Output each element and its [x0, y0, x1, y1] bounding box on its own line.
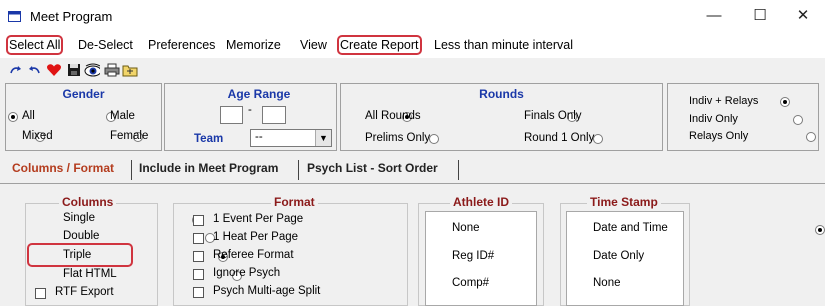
- ignore-psych-label: Ignore Psych: [213, 267, 281, 279]
- heart-icon[interactable]: [46, 62, 62, 78]
- team-label: Team: [194, 133, 224, 145]
- athlete-id-title: Athlete ID: [450, 195, 513, 209]
- gender-all-label: All: [22, 110, 35, 122]
- rounds-finals-label: Finals Only: [524, 110, 582, 122]
- one-heat-per-page-checkbox[interactable]: [193, 233, 204, 244]
- menu-view[interactable]: View: [300, 38, 327, 52]
- age-to-input[interactable]: [262, 106, 286, 124]
- save-icon[interactable]: [66, 62, 82, 78]
- gender-all-radio[interactable]: [8, 112, 18, 122]
- rounds-round1-label: Round 1 Only: [524, 132, 595, 144]
- gender-female-label: Female: [110, 130, 149, 142]
- menu-deselect[interactable]: De-Select: [78, 38, 133, 52]
- rounds-prelims-label: Prelims Only: [365, 132, 431, 144]
- open-folder-icon[interactable]: [122, 62, 138, 78]
- team-select[interactable]: -- ▼: [250, 129, 332, 147]
- psych-multi-age-split-checkbox[interactable]: [193, 287, 204, 298]
- one-event-per-page-checkbox[interactable]: [193, 215, 204, 226]
- time-stamp-date-time-radio[interactable]: [815, 225, 825, 235]
- indiv-only-label: Indiv Only: [689, 113, 738, 125]
- menu-select-all[interactable]: Select All: [5, 35, 64, 55]
- relays-only-label: Relays Only: [689, 130, 749, 142]
- ignore-psych-checkbox[interactable]: [193, 269, 204, 280]
- gender-title: Gender: [62, 87, 105, 101]
- chevron-down-icon[interactable]: ▼: [315, 130, 331, 146]
- window-title: Meet Program: [30, 9, 113, 24]
- rtf-export-label: RTF Export: [55, 286, 114, 298]
- rounds-all-label: All Rounds: [365, 110, 421, 122]
- rounds-prelims-radio[interactable]: [429, 134, 440, 144]
- redo-icon[interactable]: [8, 62, 24, 78]
- gender-mixed-label: Mixed: [22, 130, 53, 142]
- columns-double-label: Double: [63, 230, 100, 242]
- time-stamp-date-only-label: Date Only: [593, 250, 645, 262]
- one-event-per-page-label: 1 Event Per Page: [213, 213, 304, 225]
- team-select-value: --: [255, 131, 263, 143]
- close-button[interactable]: ✕: [783, 4, 823, 28]
- athlete-id-regid-label: Reg ID#: [452, 250, 495, 262]
- print-icon[interactable]: [104, 62, 120, 78]
- columns-title: Columns: [59, 195, 117, 209]
- minimize-button[interactable]: —: [694, 4, 734, 28]
- tab-separator: [458, 160, 459, 180]
- psych-multi-age-split-label: Psych Multi-age Split: [213, 285, 321, 297]
- age-range-title: Age Range: [227, 87, 291, 101]
- indiv-relays-radio[interactable]: [779, 97, 790, 107]
- gender-male-label: Male: [110, 110, 135, 122]
- tab-columns-format[interactable]: Columns / Format: [12, 161, 114, 181]
- age-range-separator: -: [248, 104, 252, 116]
- rounds-title: Rounds: [479, 87, 524, 101]
- tab-separator: [131, 160, 132, 180]
- rtf-export-checkbox[interactable]: [35, 288, 46, 299]
- indiv-relays-label: Indiv + Relays: [689, 95, 759, 107]
- columns-flat-html-label: Flat HTML: [63, 268, 117, 280]
- tab-psych-list-sort-order[interactable]: Psych List - Sort Order: [307, 161, 438, 181]
- eye-icon[interactable]: [84, 62, 100, 78]
- format-title: Format: [271, 195, 318, 209]
- menu-create-report[interactable]: Create Report: [337, 35, 422, 55]
- one-heat-per-page-label: 1 Heat Per Page: [213, 231, 299, 243]
- referee-format-label: Referee Format: [213, 249, 294, 261]
- athlete-id-comp-label: Comp#: [452, 277, 490, 289]
- tab-divider: [0, 183, 825, 184]
- menu-memorize[interactable]: Memorize: [226, 38, 281, 52]
- app-icon: [8, 10, 22, 22]
- menu-preferences[interactable]: Preferences: [148, 38, 215, 52]
- time-stamp-title: Time Stamp: [587, 195, 661, 209]
- athlete-id-none-label: None: [452, 222, 480, 234]
- referee-format-checkbox[interactable]: [193, 251, 204, 262]
- undo-icon[interactable]: [26, 62, 42, 78]
- maximize-button[interactable]: ☐: [740, 4, 780, 28]
- time-stamp-date-time-label: Date and Time: [593, 222, 668, 234]
- age-from-input[interactable]: [220, 106, 243, 124]
- tab-include-meet-program[interactable]: Include in Meet Program: [139, 161, 278, 181]
- menu-less-than-minute[interactable]: Less than minute interval: [434, 38, 573, 52]
- tab-separator: [298, 160, 299, 180]
- time-stamp-none-label: None: [593, 277, 621, 289]
- columns-triple-label: Triple: [63, 249, 92, 261]
- columns-single-label: Single: [63, 212, 95, 224]
